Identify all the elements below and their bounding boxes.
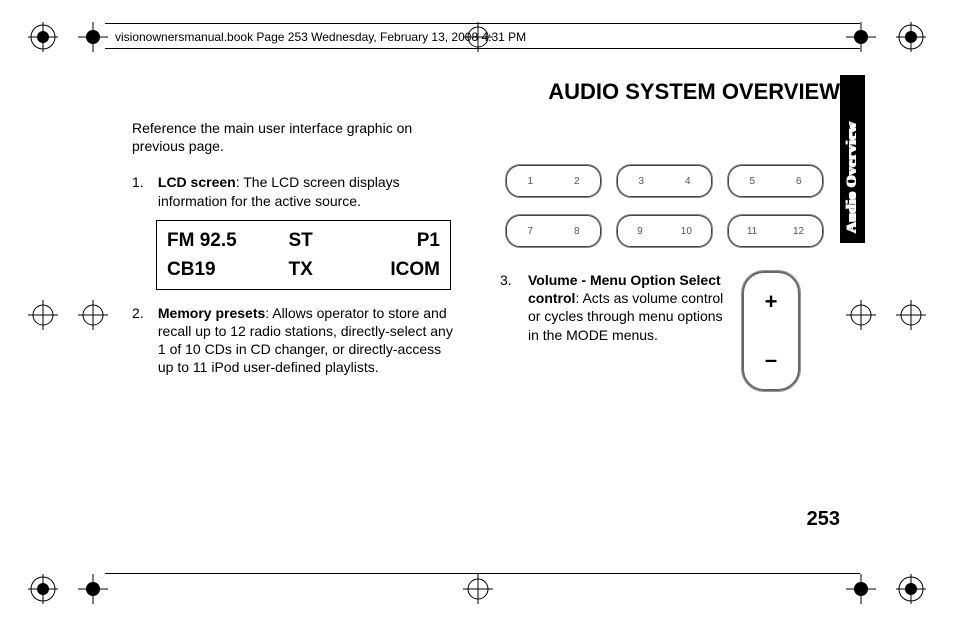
list-item: 1. LCD screen: The LCD screen displays i… <box>132 173 462 209</box>
memory-preset-graphic: 12 34 56 78 910 1112 <box>506 165 835 251</box>
item-body: LCD screen: The LCD screen displays info… <box>158 173 458 209</box>
crop-dot-icon <box>78 22 108 52</box>
cross-mark-icon <box>28 300 58 330</box>
preset-num: 7 <box>527 225 533 238</box>
item-label: Memory presets <box>158 305 265 321</box>
right-column: 12 34 56 78 910 1112 3. Volume - Menu Op… <box>500 165 835 391</box>
lcd-row: CB19 TX ICOM <box>167 258 440 283</box>
item-label: LCD screen <box>158 174 236 190</box>
preset-button: 9 10 <box>617 215 712 247</box>
preset-num: 3 <box>638 175 644 188</box>
header-rule <box>105 48 860 49</box>
preset-num: 1 <box>527 175 533 188</box>
footer-rule <box>105 573 860 574</box>
item-number: 3. <box>500 271 522 391</box>
item-number: 2. <box>132 304 154 322</box>
page-number: 253 <box>807 508 840 531</box>
preset-num: 10 <box>681 225 692 238</box>
preset-button: 78 <box>506 215 601 247</box>
reg-mark-icon <box>896 22 926 52</box>
header-rule <box>105 23 860 24</box>
thumb-tab-label: Audio Overview <box>844 121 861 233</box>
reg-mark-icon <box>896 574 926 604</box>
page-title: AUDIO SYSTEM OVERVIEW <box>548 79 840 105</box>
running-head: visionownersmanual.book Page 253 Wednesd… <box>115 30 526 44</box>
cross-mark-icon <box>846 300 876 330</box>
crop-dot-icon <box>846 574 876 604</box>
item-body: Volume - Menu Option Select control: Act… <box>528 271 728 391</box>
left-column: Reference the main user interface graphi… <box>132 119 462 387</box>
preset-num: 11 <box>747 225 757 238</box>
lcd-cell: TX <box>289 258 369 283</box>
reg-mark-icon <box>28 574 58 604</box>
preset-num: 4 <box>685 175 691 188</box>
preset-button: 11 12 <box>728 215 823 247</box>
minus-icon: – <box>765 346 777 375</box>
list-item: 3. Volume - Menu Option Select control: … <box>500 271 835 391</box>
lcd-cell: ICOM <box>380 258 440 283</box>
intro-text: Reference the main user interface graphi… <box>132 119 462 155</box>
preset-num: 9 <box>637 225 643 238</box>
preset-button: 34 <box>617 165 712 197</box>
preset-num: 2 <box>574 175 580 188</box>
thumb-tab: Audio Overview <box>840 75 865 243</box>
reg-mark-icon <box>28 22 58 52</box>
item-number: 1. <box>132 173 154 191</box>
lcd-cell: ST <box>289 229 369 254</box>
cross-mark-icon <box>896 300 926 330</box>
lcd-screen-graphic: FM 92.5 ST P1 CB19 TX ICOM <box>156 220 451 290</box>
plus-icon: + <box>765 288 778 317</box>
preset-num: 6 <box>796 175 802 188</box>
preset-num: 8 <box>574 225 580 238</box>
lcd-cell: P1 <box>380 229 440 254</box>
crop-dot-icon <box>78 574 108 604</box>
preset-button: 56 <box>728 165 823 197</box>
preset-num: 12 <box>793 225 804 238</box>
lcd-row: FM 92.5 ST P1 <box>167 229 440 254</box>
lcd-cell: CB19 <box>167 258 277 283</box>
preset-button: 12 <box>506 165 601 197</box>
list-item: 2. Memory presets: Allows operator to st… <box>132 304 462 377</box>
preset-num: 5 <box>749 175 755 188</box>
cross-mark-icon <box>78 300 108 330</box>
cross-mark-icon <box>463 574 493 604</box>
volume-control-graphic: + – <box>742 271 800 391</box>
item-body: Memory presets: Allows operator to store… <box>158 304 458 377</box>
lcd-cell: FM 92.5 <box>167 229 277 254</box>
page-content: AUDIO SYSTEM OVERVIEW Audio Overview Ref… <box>120 75 840 545</box>
